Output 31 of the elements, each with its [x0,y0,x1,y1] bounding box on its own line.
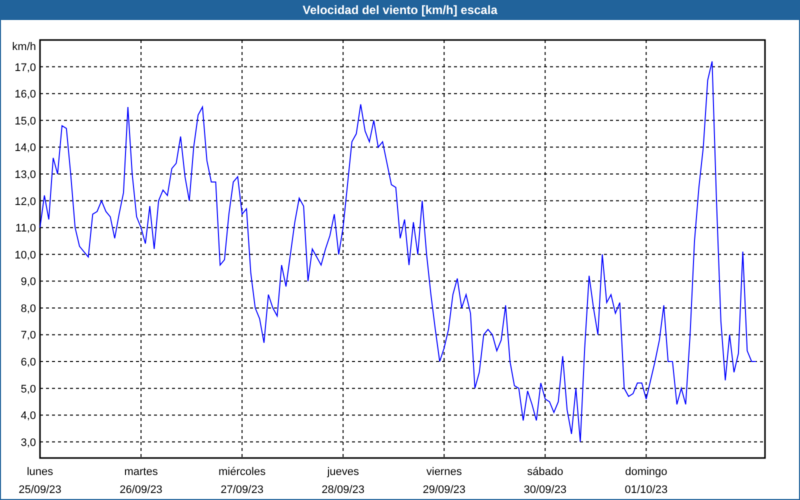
y-axis-label: 12,0 [14,196,36,208]
y-axis-label: 5,0 [20,383,36,396]
window-title: Velocidad del viento [km/h] escala [0,0,800,20]
y-axis-label: 7,0 [20,330,36,342]
day-label: jueves [327,466,359,478]
date-label: 25/09/23 [18,484,62,496]
day-label: miércoles [218,466,266,478]
day-label: martes [124,466,158,478]
y-axis-label: 10,0 [14,249,36,262]
y-axis-label: 8,0 [20,302,36,315]
day-label: domingo [625,466,668,478]
y-axis-label: 16,0 [14,88,36,101]
date-label: 26/09/23 [120,484,162,496]
y-axis-label: 17,0 [14,62,36,74]
y-axis-label: 6,0 [20,356,36,369]
y-axis-label: 13,0 [14,168,36,181]
date-label: 27/09/23 [220,484,264,496]
y-axis-label: 4,0 [20,410,36,422]
y-axis-label: 3,0 [20,436,36,449]
day-label: viernes [426,466,462,478]
y-axis-label: 9,0 [20,276,36,288]
y-axis-label: 15,0 [14,115,36,128]
day-label: lunes [26,466,54,478]
day-label: sábado [527,466,564,478]
unit-label: km/h [12,41,36,53]
date-label: 29/09/23 [422,484,466,496]
date-label: 01/10/23 [624,484,668,496]
date-label: 30/09/23 [524,484,567,496]
y-axis-label: 11,0 [15,222,36,235]
date-label: 28/09/23 [322,484,364,496]
y-axis-label: 14,0 [14,142,36,154]
